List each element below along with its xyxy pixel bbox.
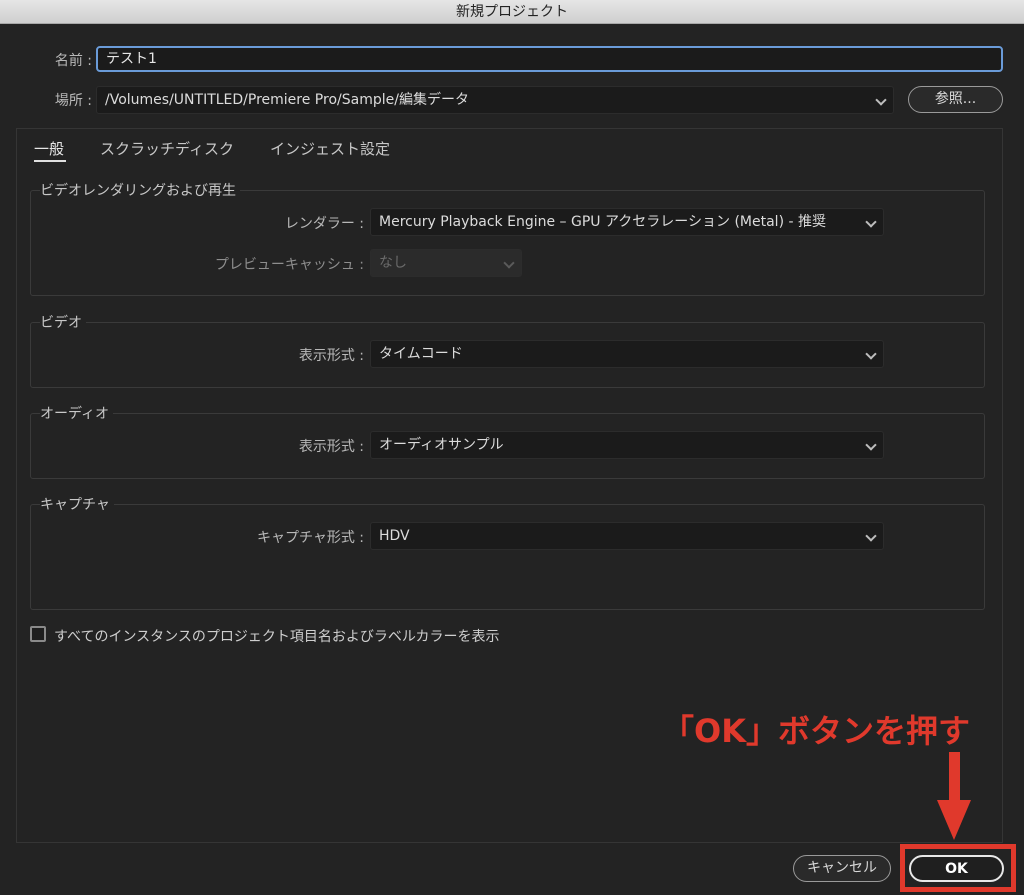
capture-format-value: HDV [379,528,410,544]
project-name-input[interactable]: テスト1 [96,46,1003,72]
audio-format-select[interactable]: オーディオサンプル [370,431,884,459]
chevron-down-icon [503,257,515,269]
chevron-down-icon [865,216,877,228]
cancel-button[interactable]: キャンセル [793,855,891,882]
video-title: ビデオ [40,312,86,332]
ok-button[interactable]: OK [909,855,1004,882]
preview-cache-label: プレビューキャッシュ : [214,257,364,273]
location-label: 場所 : [54,93,92,109]
renderer-select[interactable]: Mercury Playback Engine – GPU アクセラレーション … [370,208,884,236]
video-format-select[interactable]: タイムコード [370,340,884,368]
chevron-down-icon [875,94,887,106]
capture-title: キャプチャ [40,494,114,514]
video-rendering-title: ビデオレンダリングおよび再生 [40,180,240,200]
show-label-colors-checkbox[interactable] [30,626,46,642]
active-tab-indicator [34,160,66,162]
browse-button[interactable]: 参照... [908,86,1003,113]
preview-cache-value: なし [379,255,407,271]
video-rendering-section [30,190,985,296]
video-format-label: 表示形式 : [298,348,364,364]
capture-section [30,504,985,610]
tab-scratch-disks[interactable]: スクラッチディスク [100,138,234,159]
video-format-value: タイムコード [379,346,463,362]
location-value: /Volumes/UNTITLED/Premiere Pro/Sample/編集… [105,92,469,108]
capture-format-label: キャプチャ形式 : [256,530,364,546]
location-select[interactable]: /Volumes/UNTITLED/Premiere Pro/Sample/編集… [96,86,894,114]
show-label-colors-label: すべてのインスタンスのプロジェクト項目名およびラベルカラーを表示 [54,629,500,645]
window-title: 新規プロジェクト [0,0,1024,24]
chevron-down-icon [865,348,877,360]
chevron-down-icon [865,530,877,542]
name-label: 名前 : [54,53,92,69]
tab-general[interactable]: 一般 [34,138,64,159]
audio-format-value: オーディオサンプル [379,437,504,453]
tab-ingest-settings[interactable]: インジェスト設定 [270,138,390,159]
annotation-text: 「OK」ボタンを押す [662,712,971,750]
audio-title: オーディオ [40,403,114,423]
preview-cache-select: なし [370,249,522,277]
renderer-value: Mercury Playback Engine – GPU アクセラレーション … [379,214,826,230]
capture-format-select[interactable]: HDV [370,522,884,550]
audio-format-label: 表示形式 : [298,439,364,455]
chevron-down-icon [865,439,877,451]
renderer-label: レンダラー : [284,216,364,232]
